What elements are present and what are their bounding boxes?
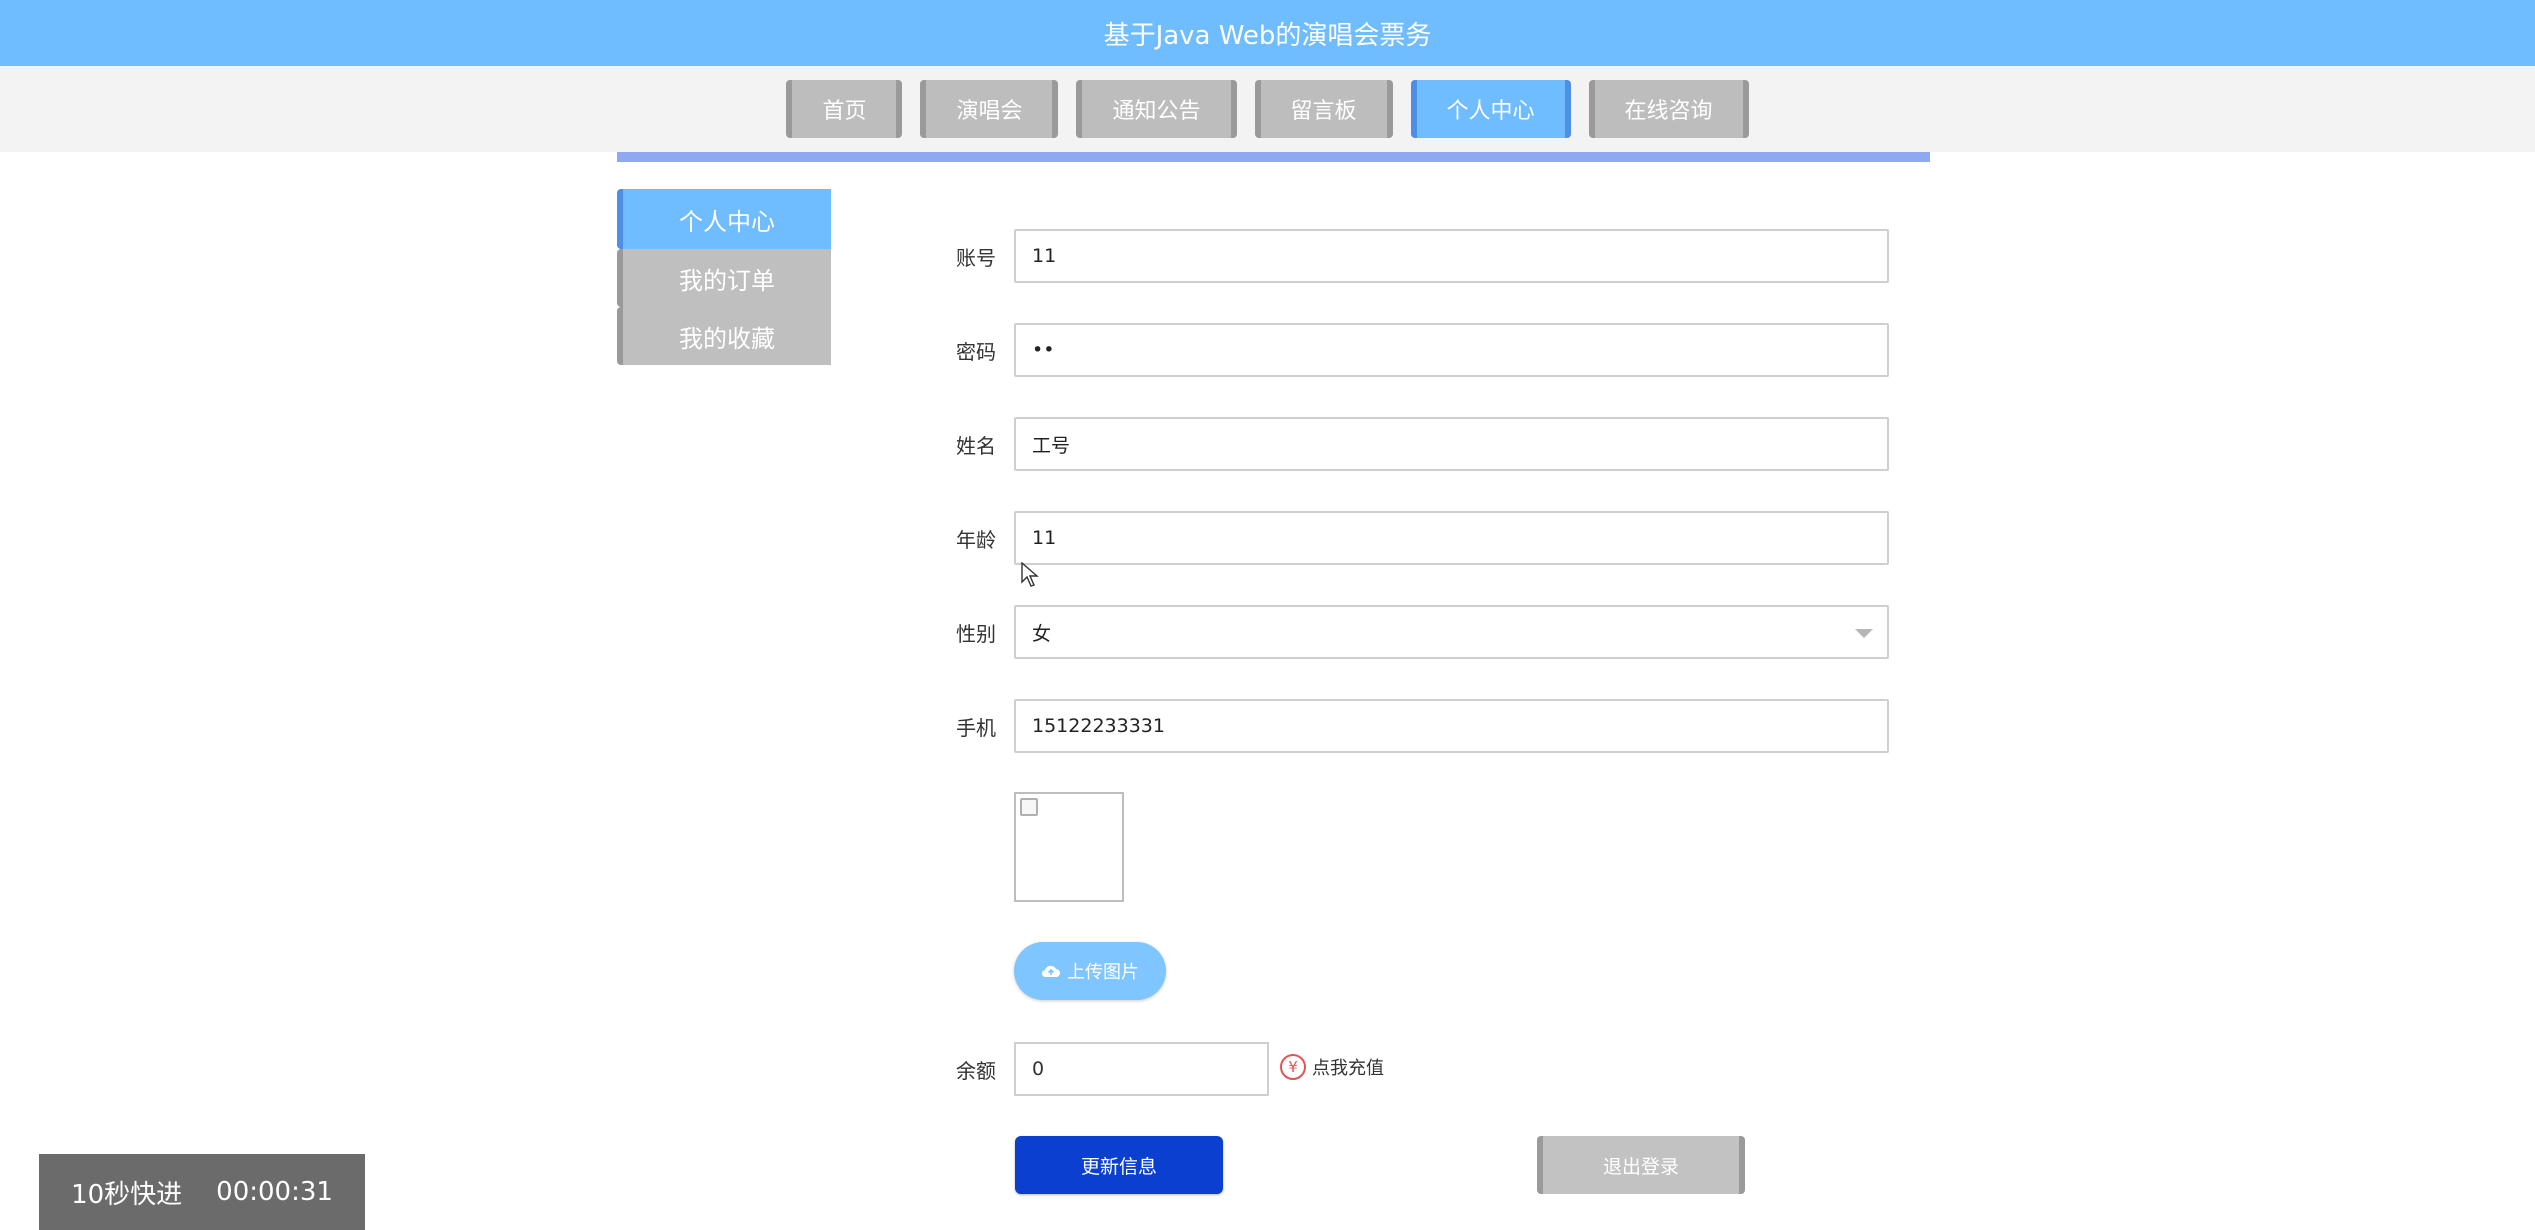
fast-forward-label: 10秒快进 [71,1179,183,1210]
nav-item-home[interactable]: 首页 [786,80,903,138]
age-input[interactable]: 11 [1014,511,1889,565]
playback-time: 00:00:31 [216,1177,333,1207]
nav-item-personal-center[interactable]: 个人中心 [1410,80,1571,138]
password-input[interactable]: •• [1014,323,1889,377]
page-title: 基于Java Web的演唱会票务 [1103,20,1432,51]
playback-overlay: 10秒快进 00:00:31 [39,1154,365,1230]
mouse-cursor-icon [1021,562,1039,587]
account-label: 账号 [956,246,996,270]
phone-input[interactable]: 15122233331 [1014,699,1889,753]
age-label: 年龄 [956,528,996,552]
sidebar: 个人中心 我的订单 我的收藏 [617,189,831,365]
password-label: 密码 [956,340,996,364]
title-bar: 基于Java Web的演唱会票务 [0,0,2535,66]
upload-image-button[interactable]: 上传图片 [1014,942,1166,1000]
divider-bar [617,152,1930,162]
logout-button[interactable]: 退出登录 [1537,1136,1745,1194]
balance-input[interactable]: 0 [1014,1042,1269,1096]
sidebar-item-my-favorites[interactable]: 我的收藏 [617,307,831,365]
recharge-link[interactable]: ¥ 点我充值 [1280,1054,1384,1080]
nav-item-message-board[interactable]: 留言板 [1254,80,1393,138]
phone-label: 手机 [956,716,996,740]
broken-image-icon [1020,798,1038,816]
avatar-image [1014,792,1124,902]
nav-item-notices[interactable]: 通知公告 [1076,80,1237,138]
yen-icon: ¥ [1280,1054,1306,1080]
upload-image-label: 上传图片 [1067,962,1139,983]
nav-item-concerts[interactable]: 演唱会 [920,80,1059,138]
gender-select[interactable]: 女 [1014,605,1889,659]
gender-label: 性别 [956,622,996,646]
account-input[interactable]: 11 [1014,229,1889,283]
balance-label: 余额 [956,1059,996,1083]
recharge-label: 点我充值 [1312,1058,1384,1079]
gender-value: 女 [1032,622,1052,645]
name-input[interactable]: 工号 [1014,417,1889,471]
cloud-upload-icon [1041,965,1060,978]
sidebar-item-personal-center[interactable]: 个人中心 [617,189,831,249]
update-info-button[interactable]: 更新信息 [1015,1136,1223,1194]
name-label: 姓名 [956,434,996,458]
nav-item-online-consult[interactable]: 在线咨询 [1588,80,1749,138]
chevron-down-icon [1855,629,1873,638]
sidebar-item-my-orders[interactable]: 我的订单 [617,249,831,307]
main-nav: 首页 演唱会 通知公告 留言板 个人中心 在线咨询 [0,80,2535,138]
